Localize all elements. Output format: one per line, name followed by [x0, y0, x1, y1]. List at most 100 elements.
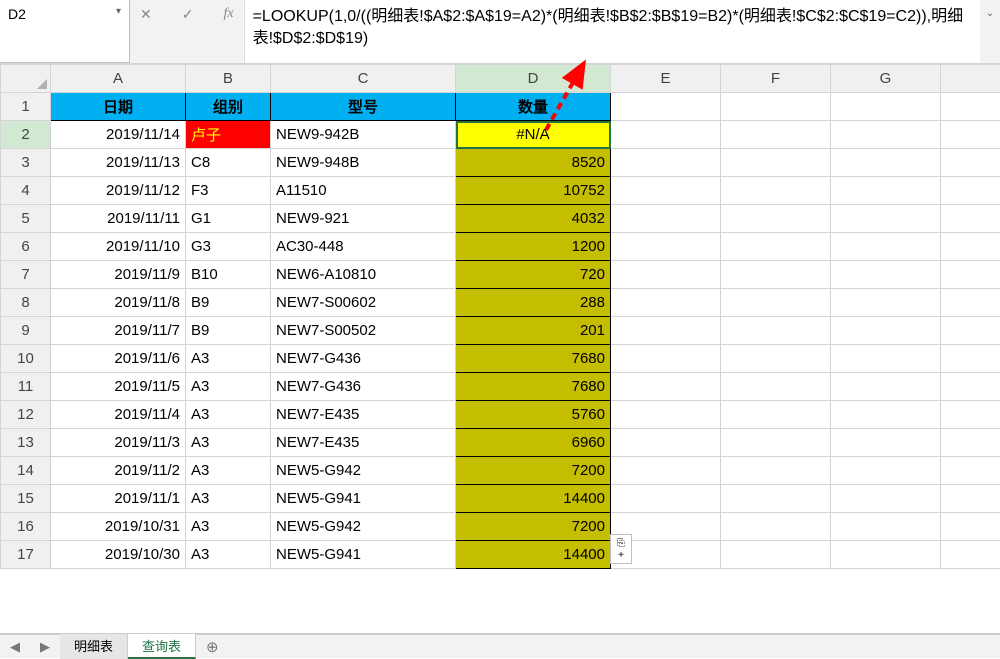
cell[interactable]: [611, 261, 721, 289]
name-box[interactable]: D2 ▾: [0, 0, 130, 63]
cell[interactable]: [941, 261, 1000, 289]
cell[interactable]: [721, 541, 831, 569]
cell[interactable]: [941, 345, 1000, 373]
cell[interactable]: [611, 317, 721, 345]
cell-b[interactable]: 卢子: [186, 121, 271, 149]
cell[interactable]: [721, 373, 831, 401]
confirm-icon[interactable]: ✓: [176, 6, 200, 23]
cell[interactable]: [611, 93, 721, 121]
col-header-f[interactable]: F: [721, 65, 831, 93]
cell-a[interactable]: 2019/11/12: [51, 177, 186, 205]
cell[interactable]: [941, 317, 1000, 345]
cell[interactable]: [941, 513, 1000, 541]
cell-a[interactable]: 2019/11/4: [51, 401, 186, 429]
cell-a[interactable]: 2019/11/5: [51, 373, 186, 401]
cell[interactable]: [941, 485, 1000, 513]
row-header[interactable]: 16: [1, 513, 51, 541]
cell-c[interactable]: NEW7-G436: [271, 345, 456, 373]
data-header-d[interactable]: 数量: [456, 93, 611, 121]
cell-b[interactable]: G1: [186, 205, 271, 233]
row-header[interactable]: 3: [1, 149, 51, 177]
cell[interactable]: [831, 429, 941, 457]
data-header-c[interactable]: 型号: [271, 93, 456, 121]
cell[interactable]: [721, 233, 831, 261]
data-header-b[interactable]: 组别: [186, 93, 271, 121]
cell-b[interactable]: G3: [186, 233, 271, 261]
cell[interactable]: [941, 541, 1000, 569]
cell-b[interactable]: A3: [186, 457, 271, 485]
cell-d[interactable]: 5760: [456, 401, 611, 429]
cell[interactable]: [721, 401, 831, 429]
cell[interactable]: [721, 93, 831, 121]
row-header[interactable]: 9: [1, 317, 51, 345]
cell-a[interactable]: 2019/10/30: [51, 541, 186, 569]
cell-a[interactable]: 2019/11/8: [51, 289, 186, 317]
cell[interactable]: [831, 373, 941, 401]
cell-a[interactable]: 2019/11/9: [51, 261, 186, 289]
cell[interactable]: [831, 93, 941, 121]
cell-c[interactable]: NEW5-G942: [271, 513, 456, 541]
cell-c[interactable]: NEW9-942B: [271, 121, 456, 149]
cell[interactable]: [831, 457, 941, 485]
cell[interactable]: [721, 317, 831, 345]
tab-nav-next-icon[interactable]: ▶: [40, 639, 50, 655]
cell[interactable]: [611, 121, 721, 149]
cell[interactable]: [721, 121, 831, 149]
cell[interactable]: [721, 289, 831, 317]
name-box-dropdown-icon[interactable]: ▾: [107, 6, 121, 17]
row-header[interactable]: 11: [1, 373, 51, 401]
cell-b[interactable]: A3: [186, 485, 271, 513]
row-header[interactable]: 2: [1, 121, 51, 149]
cell[interactable]: [941, 401, 1000, 429]
cell-a[interactable]: 2019/11/1: [51, 485, 186, 513]
select-all-button[interactable]: [1, 65, 51, 93]
formula-expand-icon[interactable]: ⌄: [980, 0, 1000, 63]
cell[interactable]: [831, 345, 941, 373]
row-header[interactable]: 6: [1, 233, 51, 261]
cell[interactable]: [611, 457, 721, 485]
cell[interactable]: [831, 485, 941, 513]
data-header-a[interactable]: 日期: [51, 93, 186, 121]
cell-d[interactable]: 720: [456, 261, 611, 289]
cell[interactable]: [611, 429, 721, 457]
cell-c[interactable]: NEW7-S00602: [271, 289, 456, 317]
col-header-a[interactable]: A: [51, 65, 186, 93]
add-sheet-button[interactable]: ⊕: [196, 636, 229, 658]
cell[interactable]: [831, 317, 941, 345]
col-header-d[interactable]: D: [456, 65, 611, 93]
cell[interactable]: [831, 401, 941, 429]
cell-a[interactable]: 2019/11/2: [51, 457, 186, 485]
col-header-blank[interactable]: [941, 65, 1000, 93]
cell[interactable]: [831, 205, 941, 233]
cell-a[interactable]: 2019/11/14: [51, 121, 186, 149]
col-header-c[interactable]: C: [271, 65, 456, 93]
cell[interactable]: [721, 205, 831, 233]
cell-d[interactable]: 1200: [456, 233, 611, 261]
cell[interactable]: [941, 149, 1000, 177]
cell-a[interactable]: 2019/11/7: [51, 317, 186, 345]
cell-d[interactable]: 7200: [456, 513, 611, 541]
cell[interactable]: [831, 121, 941, 149]
cell-a[interactable]: 2019/11/13: [51, 149, 186, 177]
cell[interactable]: [611, 289, 721, 317]
cell-b[interactable]: A3: [186, 373, 271, 401]
formula-input[interactable]: =LOOKUP(1,0/((明细表!$A$2:$A$19=A2)*(明细表!$B…: [245, 0, 980, 63]
cell[interactable]: [721, 485, 831, 513]
cell[interactable]: [721, 429, 831, 457]
cell[interactable]: [941, 205, 1000, 233]
cell-a[interactable]: 2019/11/3: [51, 429, 186, 457]
cell[interactable]: [831, 513, 941, 541]
cell[interactable]: [611, 485, 721, 513]
row-header[interactable]: 14: [1, 457, 51, 485]
cell-b[interactable]: A3: [186, 401, 271, 429]
cell[interactable]: [831, 261, 941, 289]
cell[interactable]: [831, 541, 941, 569]
row-header[interactable]: 15: [1, 485, 51, 513]
cell[interactable]: [721, 261, 831, 289]
cell-b[interactable]: B10: [186, 261, 271, 289]
row-header[interactable]: 17: [1, 541, 51, 569]
cell-a[interactable]: 2019/10/31: [51, 513, 186, 541]
row-header[interactable]: 7: [1, 261, 51, 289]
cell[interactable]: [941, 457, 1000, 485]
cell-c[interactable]: NEW5-G941: [271, 485, 456, 513]
